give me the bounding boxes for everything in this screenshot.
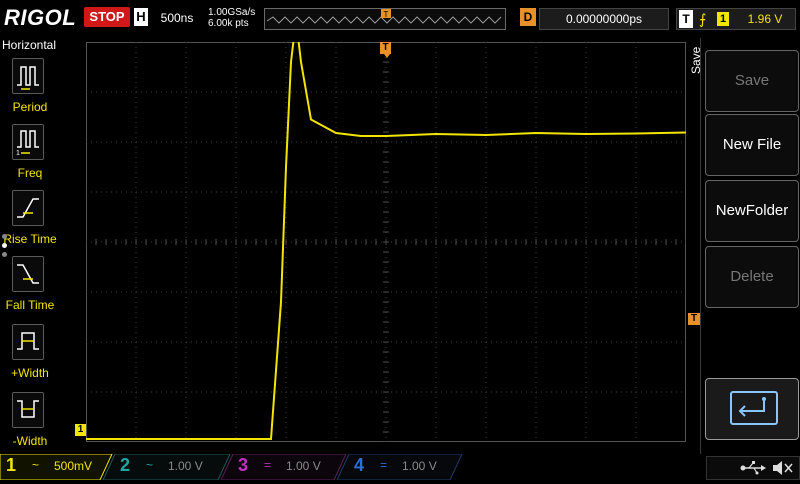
ac-coupling-icon: ~ (32, 458, 40, 472)
system-status-area (706, 456, 800, 480)
negative-width-label: -Width (12, 434, 48, 448)
ch4-indicator[interactable]: 4 = 1.00 V (348, 454, 458, 480)
left-measure-menu: Horizontal Period 1 Freq Rise Time Fall … (0, 38, 60, 454)
menu-page-indicator (1, 234, 9, 258)
sample-info: 1.00GSa/s 6.00k pts (208, 7, 255, 29)
ch2-scale: 1.00 V (168, 459, 203, 473)
positive-width-label: +Width (11, 366, 49, 380)
ch3-number: 3 (238, 455, 249, 475)
ch2-number: 2 (120, 455, 131, 475)
measure-freq[interactable]: 1 Freq (0, 124, 60, 190)
right-softkey-menu: Save Save New File NewFolder Delete (689, 38, 800, 454)
delete-button[interactable]: Delete (705, 246, 799, 308)
rising-edge-icon: ⨍ (699, 11, 707, 27)
page-dot (2, 252, 7, 257)
ch1-offset-marker[interactable]: 1 (75, 424, 86, 436)
timebase-value[interactable]: 500ns (151, 9, 203, 27)
trigger-source: 1 (717, 12, 729, 26)
measure-fall-time[interactable]: Fall Time (0, 256, 60, 322)
new-folder-button-label: NewFolder (715, 202, 789, 219)
right-menu-title: Save (689, 46, 703, 74)
new-file-button[interactable]: New File (705, 114, 799, 176)
trigger-position-marker[interactable]: T (380, 42, 391, 54)
dc-coupling-icon: = (264, 458, 272, 472)
delay-label: D (520, 8, 536, 26)
trigger-level: 1.96 V (747, 12, 783, 26)
left-menu-title: Horizontal (2, 38, 57, 52)
measure-rise-time[interactable]: Rise Time (0, 190, 60, 256)
save-button[interactable]: Save (705, 50, 799, 112)
back-button[interactable] (705, 378, 799, 440)
save-button-label: Save (734, 72, 770, 89)
freq-label: Freq (17, 166, 43, 180)
positive-width-icon (12, 324, 44, 360)
page-dot (2, 234, 7, 239)
timebase-label: H (134, 8, 148, 26)
waveform-display[interactable] (86, 42, 686, 442)
ch4-number: 4 (354, 455, 365, 475)
dc-coupling-icon: = (380, 458, 388, 472)
memory-depth: 6.00k pts (208, 18, 249, 29)
ch4-scale: 1.00 V (402, 459, 437, 473)
rise-time-icon (12, 190, 44, 226)
measure-positive-width[interactable]: +Width (0, 324, 60, 390)
waveform-grid (86, 42, 686, 442)
ac-coupling-icon: ~ (146, 458, 154, 472)
delay-value[interactable]: 0.00000000ps (539, 8, 669, 30)
period-label: Period (12, 100, 48, 114)
trigger-box[interactable]: T ⨍ 1 1.96 V (676, 8, 796, 30)
trigger-level-marker[interactable]: T (688, 313, 700, 325)
preview-wave-svg: T (266, 9, 502, 24)
trigger-position-arrow (384, 54, 390, 58)
run-stop-status[interactable]: STOP (84, 7, 130, 27)
top-status-bar: RIGOL STOP H 500ns 1.00GSa/s 6.00k pts T… (0, 0, 800, 36)
channel-status-bar: 1 ~ 500mV 2 ~ 1.00 V 3 = 1.00 V 4 = 1.00… (0, 454, 800, 480)
measure-negative-width[interactable]: -Width (0, 392, 60, 458)
fall-time-label: Fall Time (5, 298, 55, 312)
return-arrow-icon (730, 391, 778, 425)
preview-trigger-text: T (384, 10, 389, 19)
ch2-indicator[interactable]: 2 ~ 1.00 V (114, 454, 224, 480)
ch1-indicator[interactable]: 1 ~ 500mV (0, 454, 110, 480)
memory-waveform-preview[interactable]: T (264, 8, 506, 30)
grid-lines (86, 42, 686, 442)
svg-text:1: 1 (16, 150, 20, 157)
negative-width-icon (12, 392, 44, 428)
freq-icon: 1 (12, 124, 44, 160)
trigger-label: T (679, 10, 693, 28)
delete-button-label: Delete (730, 268, 774, 285)
ch1-number: 1 (6, 455, 17, 475)
new-folder-button[interactable]: NewFolder (705, 180, 799, 242)
measure-period[interactable]: Period (0, 58, 60, 124)
sample-rate: 1.00GSa/s (208, 7, 256, 18)
ch3-scale: 1.00 V (286, 459, 321, 473)
new-file-button-label: New File (722, 136, 782, 153)
rise-time-label: Rise Time (3, 232, 57, 246)
speaker-muted-icon (773, 461, 793, 475)
ch3-indicator[interactable]: 3 = 1.00 V (232, 454, 342, 480)
brand-logo: RIGOL (4, 5, 77, 30)
usb-icon (740, 461, 766, 475)
page-dot-active (2, 243, 7, 248)
fall-time-icon (12, 256, 44, 292)
period-icon (12, 58, 44, 94)
ch1-scale: 500mV (54, 459, 93, 473)
